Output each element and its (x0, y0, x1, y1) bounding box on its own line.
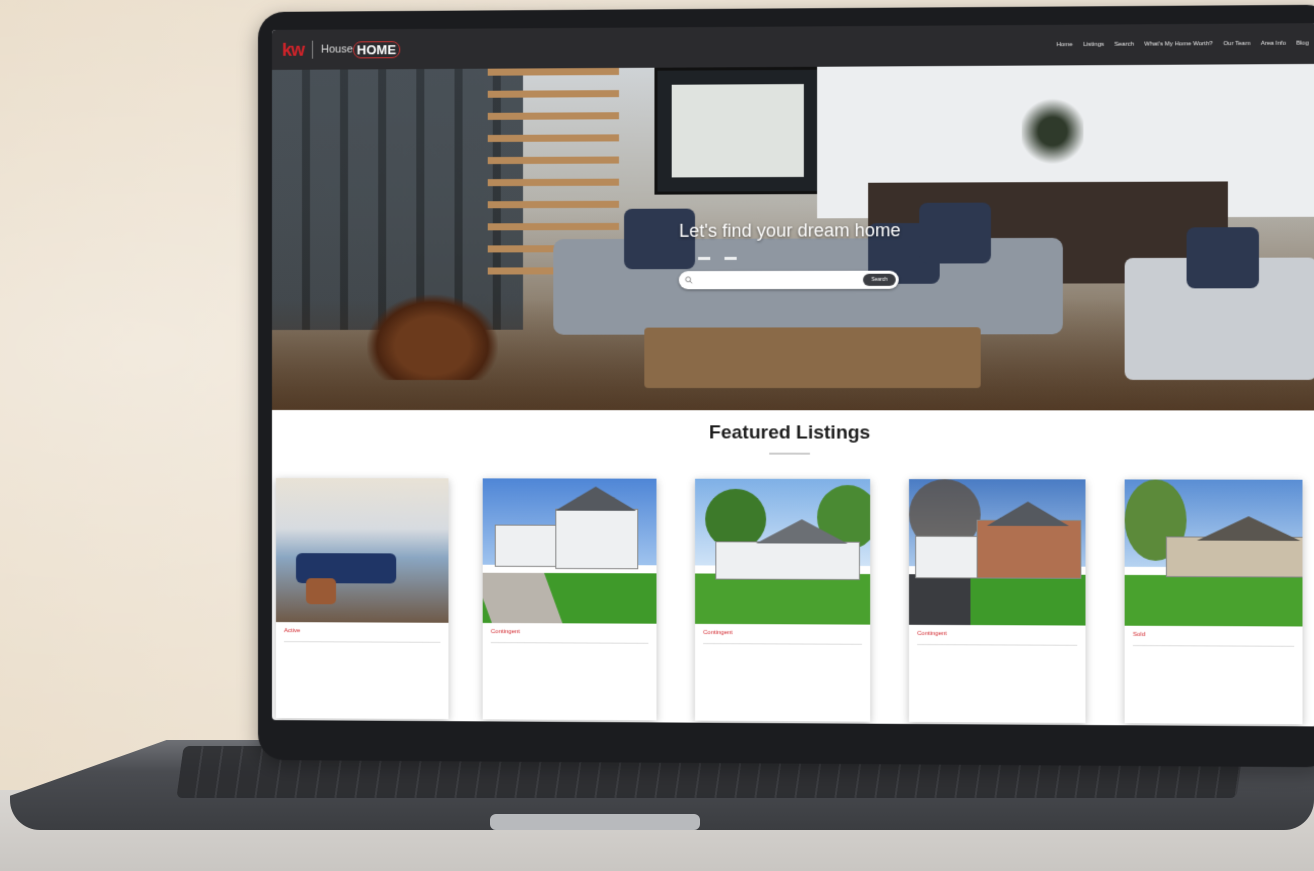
hero-plant (1021, 95, 1084, 167)
house-logo-text[interactable]: House (321, 43, 353, 55)
listing-photo (482, 478, 657, 624)
listing-courtesy (703, 648, 862, 649)
laptop-screen: kw House HOME Home Listings Search What'… (271, 23, 1314, 727)
hero-doorway (654, 66, 824, 195)
nav-listings[interactable]: Listings (1083, 42, 1104, 48)
featured-title-underline (769, 452, 810, 455)
listing-card[interactable]: Contingent (909, 479, 1086, 723)
featured-listings-title: Featured Listings (709, 422, 871, 444)
card-divider (703, 643, 862, 645)
site-navbar: kw House HOME Home Listings Search What'… (271, 23, 1314, 70)
nav-area-info[interactable]: Area Info (1261, 41, 1286, 47)
listing-courtesy (491, 647, 649, 648)
card-divider (1132, 645, 1295, 647)
listing-courtesy (284, 646, 440, 647)
card-divider (490, 642, 649, 644)
nav-our-team[interactable]: Our Team (1223, 41, 1250, 47)
listing-photo (1124, 479, 1303, 627)
hero-search-bar: Search (678, 270, 899, 290)
listing-courtesy (917, 649, 1077, 650)
listing-status: Contingent (917, 630, 947, 638)
toggle-buy[interactable] (698, 256, 711, 260)
listing-courtesy (1133, 650, 1294, 651)
listing-card[interactable]: Sold (1124, 479, 1303, 725)
listing-status: Contingent (703, 629, 733, 637)
search-button[interactable]: Search (863, 273, 896, 286)
nav-search[interactable]: Search (1114, 42, 1134, 48)
search-icon (685, 276, 693, 284)
nav-blog[interactable]: Blog (1296, 41, 1308, 47)
card-divider (917, 644, 1078, 646)
main-nav: Home Listings Search What's My Home Wort… (1056, 41, 1308, 49)
hero-title: Let's find your dream home (679, 220, 901, 241)
listing-photo (275, 478, 449, 623)
listing-card[interactable]: Contingent (695, 478, 871, 722)
listing-status: Active (283, 628, 301, 635)
listing-photo (695, 478, 871, 625)
card-divider (283, 641, 441, 643)
listing-cards: Active Contingent Contingent Contingent … (272, 478, 1314, 725)
kw-logo[interactable]: kw (282, 39, 304, 60)
laptop-lid: kw House HOME Home Listings Search What'… (258, 4, 1314, 768)
hero-coffee-table (644, 327, 981, 389)
listing-photo (909, 479, 1086, 626)
search-mode-toggles (698, 256, 737, 260)
nav-home-worth[interactable]: What's My Home Worth? (1144, 41, 1213, 48)
listing-status: Contingent (490, 629, 521, 636)
listing-card[interactable]: Contingent (482, 478, 657, 721)
hero-glass-wall (271, 68, 524, 330)
logo-divider (312, 40, 314, 59)
listing-card[interactable]: Active (275, 478, 449, 720)
home-logo-text[interactable]: HOME (352, 40, 401, 58)
hero-dog (367, 294, 498, 380)
hero-banner: Let's find your dream home Search (271, 63, 1314, 411)
laptop-trackpad (490, 814, 700, 830)
toggle-rent[interactable] (724, 256, 737, 260)
nav-home[interactable]: Home (1056, 42, 1072, 48)
listing-status: Sold (1132, 631, 1146, 639)
search-input[interactable] (697, 275, 854, 285)
